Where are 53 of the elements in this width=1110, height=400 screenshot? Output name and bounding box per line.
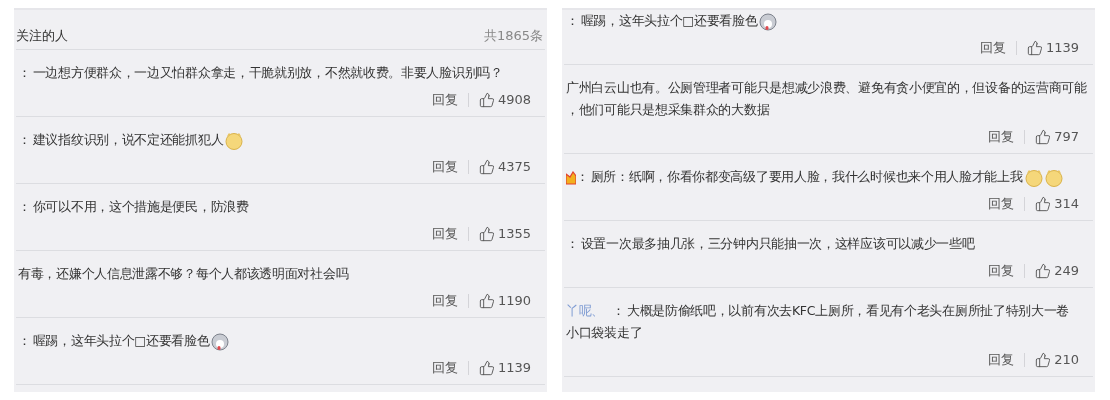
- colon: ：: [18, 65, 31, 80]
- colon: ：: [576, 169, 589, 184]
- reply-button[interactable]: 回复: [988, 194, 1015, 214]
- reply-button[interactable]: 回复: [988, 127, 1015, 147]
- comment-text: 大概是防偷纸吧，以前有次去KFC上厕所，看见有个老头在厕所扯了特别大一卷: [626, 303, 1070, 318]
- reply-button[interactable]: 回复: [431, 90, 458, 110]
- like-icon[interactable]: [1035, 196, 1052, 212]
- colon: ：: [566, 13, 579, 28]
- like-icon[interactable]: [478, 92, 495, 108]
- like-count: 797: [1054, 128, 1079, 147]
- comment-text: ，他们可能只是想采集群众的大数据: [566, 102, 770, 117]
- comment-text: 厕所：纸啊，你看你都变高级了要用人脸，我什么时候也来个用人脸才能上我: [590, 169, 1023, 184]
- like-icon[interactable]: [1026, 40, 1043, 56]
- like-count: 4908: [497, 91, 531, 110]
- like-count: 1190: [497, 292, 531, 311]
- like-icon[interactable]: [1035, 352, 1052, 368]
- like-count: 1139: [497, 359, 531, 378]
- reply-button[interactable]: 回复: [979, 38, 1006, 58]
- comment-text: 设置一次最多抽几张，三分钟内只能抽一次，这样应该可以减少一些吧: [580, 236, 975, 251]
- like-icon[interactable]: [478, 293, 495, 309]
- colon: ：: [18, 333, 31, 348]
- comment-text: 喔踢，这年头拉个□还要看脸色: [580, 13, 758, 28]
- like-count: 314: [1054, 195, 1079, 214]
- like-icon[interactable]: [478, 226, 495, 242]
- colon: ：: [18, 199, 31, 214]
- comment-text: 小口袋装走了: [566, 325, 643, 340]
- like-icon[interactable]: [478, 159, 495, 175]
- like-icon[interactable]: [1035, 129, 1052, 145]
- section-title: 关注的人: [16, 26, 68, 45]
- like-count: 1139: [1045, 39, 1079, 58]
- reply-button[interactable]: 回复: [988, 261, 1015, 281]
- comment-text: 建议指纹识别，说不定还能抓犯人: [32, 132, 224, 147]
- like-count: 210: [1054, 351, 1079, 370]
- like-icon[interactable]: [478, 360, 495, 376]
- colon: ：: [566, 236, 579, 251]
- comment-text: 你可以不用，这个措施是便民，防浪费: [32, 199, 249, 214]
- comment-text: 喔踢，这年头拉个□还要看脸色: [32, 333, 210, 348]
- colon: ：: [612, 303, 625, 318]
- crown-icon: [566, 170, 576, 185]
- comment-text: 广州白云山也有。公厕管理者可能只是想减少浪费、避免有贪小便宜的，但设备的运营商可能: [566, 80, 1087, 95]
- reply-button[interactable]: 回复: [431, 291, 458, 311]
- reply-button[interactable]: 回复: [431, 224, 458, 244]
- comment-text: 有毒，还嫌个人信息泄露不够？每个人都该透明面对社会吗: [18, 266, 349, 281]
- comment-text: 一边想方便群众，一边又怕群众拿走，干脆就别放，不然就收费。非要人脸识别吗？: [32, 65, 503, 80]
- like-icon[interactable]: [1035, 263, 1052, 279]
- like-count: 4375: [497, 158, 531, 177]
- reply-button[interactable]: 回复: [431, 358, 458, 378]
- reply-button[interactable]: 回复: [988, 350, 1015, 370]
- reply-button[interactable]: 回复: [431, 157, 458, 177]
- comment-count: 共1865条: [483, 26, 543, 45]
- like-count: 249: [1054, 262, 1079, 281]
- like-count: 1355: [497, 225, 531, 244]
- colon: ：: [18, 132, 31, 147]
